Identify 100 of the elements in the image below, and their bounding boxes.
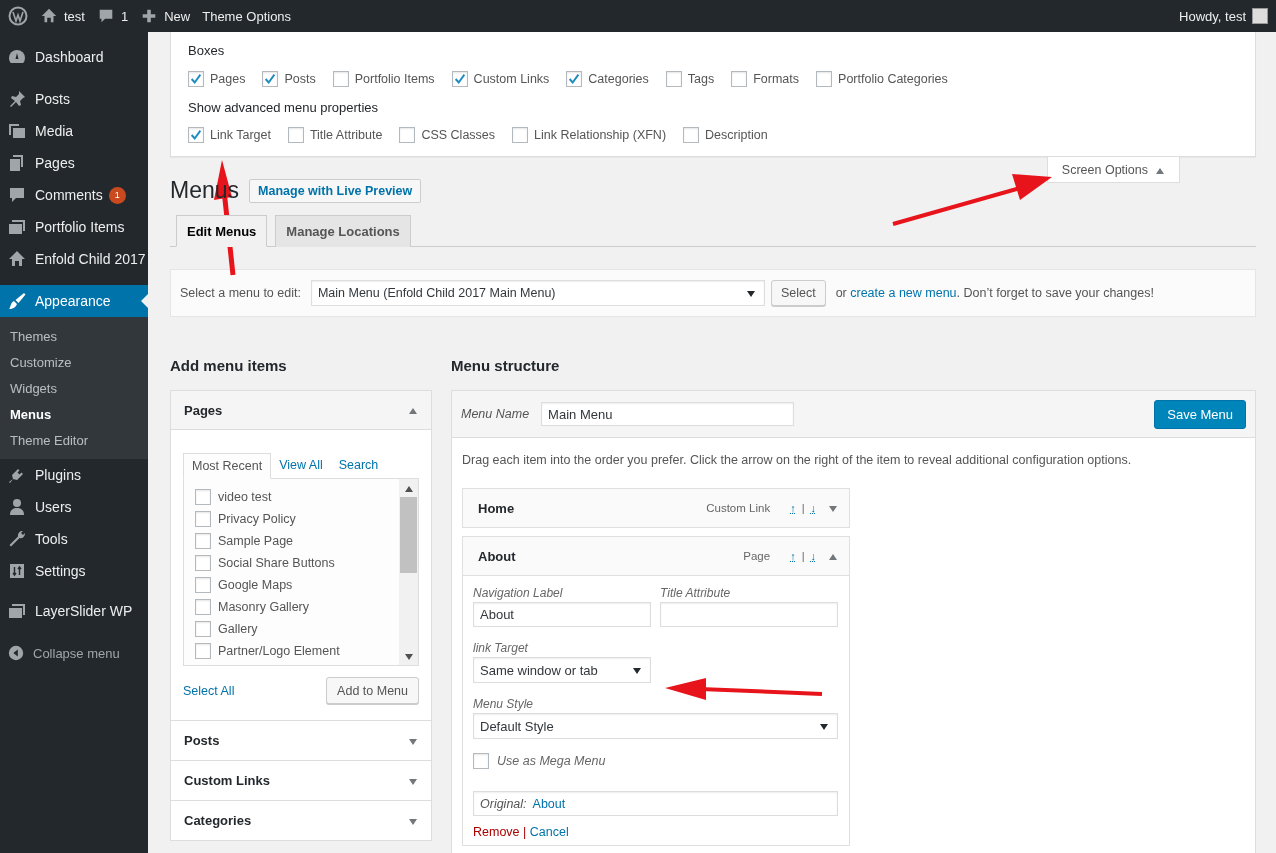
sidebar-item[interactable]: Appearance <box>0 285 148 317</box>
select-button[interactable]: Select <box>770 280 826 306</box>
caret-icon <box>745 288 756 298</box>
original-link[interactable]: About <box>532 796 566 811</box>
field-label: Menu Style <box>473 697 535 711</box>
separator-text: | <box>522 825 528 839</box>
caret-icon <box>828 503 838 513</box>
sidebar-item[interactable]: Dashboard <box>0 41 148 73</box>
checkbox[interactable] <box>566 71 583 87</box>
move-down-link[interactable]: ↓ <box>810 502 816 514</box>
site-link[interactable]: test <box>40 7 85 25</box>
accordion-header[interactable]: Custom Links <box>171 761 431 800</box>
submenu-item[interactable]: Widgets <box>0 375 148 401</box>
checkbox[interactable] <box>195 599 211 615</box>
save-menu-button[interactable]: Save Menu <box>1154 399 1246 429</box>
caret-icon <box>632 665 642 675</box>
sidebar-item[interactable]: Pages <box>0 147 148 179</box>
expand-toggle[interactable] <box>828 503 838 513</box>
page-option-label: Partner/Logo Element <box>218 644 340 658</box>
checkbox[interactable] <box>195 643 211 659</box>
cancel-link[interactable]: Cancel <box>529 825 569 839</box>
create-menu-link[interactable]: create a new menu <box>850 286 957 300</box>
new-link[interactable]: New <box>140 7 191 25</box>
checkbox[interactable] <box>451 71 468 87</box>
comments-link[interactable]: 1 <box>96 7 129 25</box>
submenu-item[interactable]: Themes <box>0 323 148 349</box>
submenu-item[interactable]: Theme Editor <box>0 427 148 453</box>
tab[interactable]: Manage Locations <box>275 215 411 247</box>
separator-text: | <box>801 550 805 562</box>
checkbox[interactable] <box>731 71 748 87</box>
accordion-header[interactable]: Pages <box>171 391 431 430</box>
checkbox[interactable] <box>262 71 279 87</box>
account-link[interactable]: Howdy, test <box>1179 8 1268 24</box>
checkbox[interactable] <box>665 71 682 87</box>
checkbox[interactable] <box>195 533 211 549</box>
submenu-item[interactable]: Menus <box>0 401 148 427</box>
accordion-header[interactable]: Categories <box>171 801 431 840</box>
sidebar-item[interactable]: Users <box>0 491 148 523</box>
tab[interactable]: View All <box>271 453 331 478</box>
remove-link[interactable]: Remove <box>473 825 520 839</box>
item-type-label: Page <box>743 550 771 562</box>
live-preview-button[interactable]: Manage with Live Preview <box>249 178 422 203</box>
sidebar-item[interactable]: Portfolio Items <box>0 211 148 243</box>
accordion-header[interactable]: Posts <box>171 721 431 760</box>
title-attribute-field[interactable] <box>660 602 838 627</box>
theme-options-link[interactable]: Theme Options <box>202 8 292 24</box>
checkbox[interactable] <box>473 753 489 769</box>
checkbox[interactable] <box>188 71 204 87</box>
page-option-label: Sample Page <box>218 534 294 548</box>
sidebar-item[interactable]: Tools <box>0 523 148 555</box>
page-option-label: Social Share Buttons <box>218 556 335 570</box>
checkbox[interactable] <box>188 127 204 143</box>
sidebar-item[interactable]: Enfold Child 2017 <box>0 243 148 275</box>
sidebar-item[interactable]: Plugins <box>0 459 148 491</box>
sidebar-item[interactable]: Media <box>0 115 148 147</box>
images-icon <box>7 121 27 141</box>
checkbox[interactable] <box>512 127 529 143</box>
add-to-menu-button[interactable]: Add to Menu <box>326 677 419 704</box>
tab[interactable]: Search <box>330 453 387 478</box>
checkbox[interactable] <box>195 621 211 637</box>
checkbox-label: Formats <box>753 72 800 86</box>
checkbox-label: Pages <box>210 72 246 86</box>
move-up-link[interactable]: ↑ <box>790 550 796 562</box>
field-label: link Target <box>473 641 529 655</box>
checkmark-icon <box>567 72 582 86</box>
checkbox[interactable] <box>816 71 833 87</box>
menu-style-dropdown[interactable]: Default Style <box>473 713 838 739</box>
sidebar-item[interactable]: Comments 1 <box>0 179 148 211</box>
move-up-link[interactable]: ↑ <box>790 502 796 514</box>
screen-options-toggle[interactable]: Screen Options <box>1046 157 1180 183</box>
sidebar-item[interactable]: Settings <box>0 555 148 587</box>
checkbox[interactable] <box>195 511 211 527</box>
section-heading: Show advanced menu properties <box>188 100 380 115</box>
checkbox[interactable] <box>287 127 304 143</box>
menu-dropdown[interactable]: Main Menu (Enfold Child 2017 Main Menu) <box>310 280 765 306</box>
select-all-link[interactable]: Select All <box>183 683 235 698</box>
user-icon <box>7 497 27 517</box>
collapse-menu-button[interactable]: Collapse menu <box>0 637 148 669</box>
checkbox[interactable] <box>683 127 700 143</box>
link-target-dropdown[interactable]: Same window or tab <box>473 657 651 683</box>
move-down-link[interactable]: ↓ <box>810 550 816 562</box>
checkbox[interactable] <box>195 577 211 593</box>
home-icon <box>7 249 27 269</box>
sidebar-item[interactable]: LayerSlider WP <box>0 595 148 627</box>
menu-name-field[interactable]: Main Menu <box>541 402 795 426</box>
sidebar-item[interactable]: Posts <box>0 83 148 115</box>
checkbox[interactable] <box>195 489 211 505</box>
submenu-item[interactable]: Customize <box>0 349 148 375</box>
checkbox-label: Tags <box>687 72 715 86</box>
layers-icon <box>7 601 27 621</box>
checkbox[interactable] <box>399 127 416 143</box>
page-option-label: Privacy Policy <box>218 512 296 526</box>
checkbox-label: Custom Links <box>473 72 550 86</box>
tab[interactable]: Most Recent <box>183 453 272 479</box>
checkbox-label: Use as Mega Menu <box>497 754 606 768</box>
checkbox-label: Link Target <box>210 128 271 142</box>
tab[interactable]: Edit Menus <box>176 215 268 247</box>
checkbox[interactable] <box>332 71 349 87</box>
navigation-label-field[interactable]: About <box>473 602 651 627</box>
checkbox[interactable] <box>195 555 211 571</box>
